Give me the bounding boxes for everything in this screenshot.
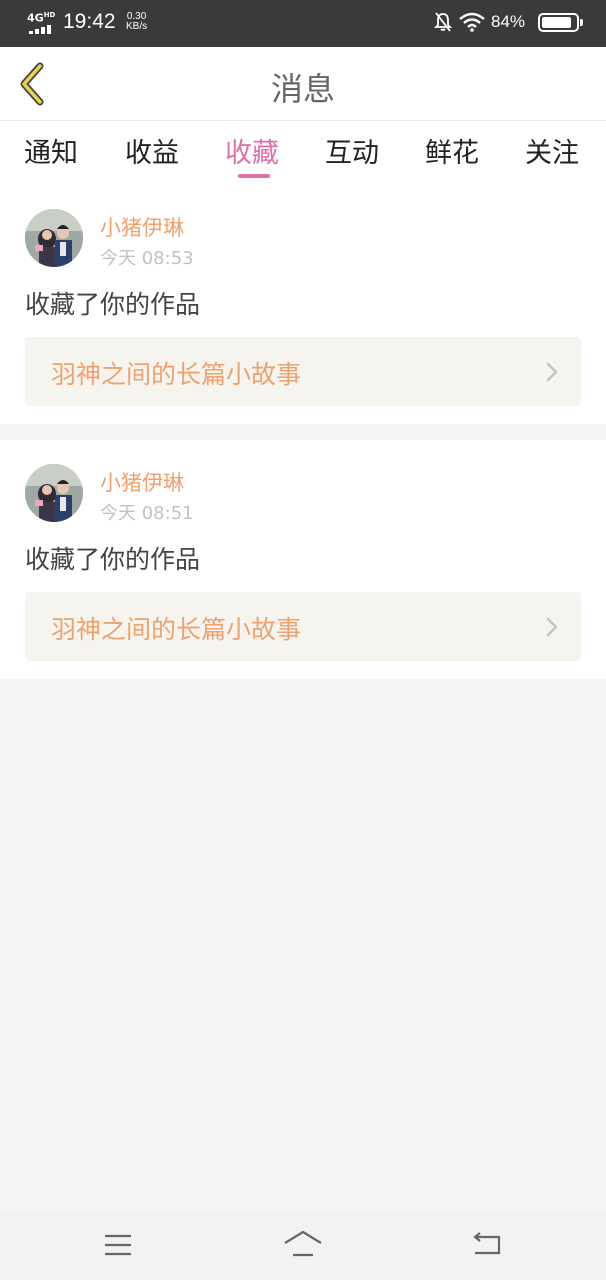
tab-interactions[interactable]: 互动 <box>325 131 379 170</box>
wifi-icon <box>459 12 485 32</box>
system-nav-bar <box>0 1211 606 1280</box>
chevron-right-icon <box>546 617 558 637</box>
user-name[interactable]: 小猪伊琳 <box>100 467 184 497</box>
menu-icon[interactable] <box>98 1229 138 1261</box>
message-card: 小猪伊琳 今天 08:51 收藏了你的作品 羽神之间的长篇小故事 <box>0 440 606 679</box>
tab-favorites[interactable]: 收藏 <box>225 131 279 170</box>
tab-follows[interactable]: 关注 <box>525 131 579 170</box>
tab-earnings[interactable]: 收益 <box>125 131 179 170</box>
tab-notifications[interactable]: 通知 <box>24 131 78 170</box>
timestamp: 今天 08:53 <box>100 248 194 269</box>
message-text: 收藏了你的作品 <box>25 545 201 574</box>
work-title: 羽神之间的长篇小故事 <box>51 360 302 389</box>
work-link[interactable]: 羽神之间的长篇小故事 <box>25 592 581 661</box>
timestamp: 今天 08:51 <box>100 503 194 524</box>
user-name[interactable]: 小猪伊琳 <box>100 212 184 242</box>
message-card: 小猪伊琳 今天 08:53 收藏了你的作品 羽神之间的长篇小故事 <box>0 185 606 424</box>
tab-flowers[interactable]: 鲜花 <box>425 131 479 170</box>
notifications-off-icon <box>434 12 452 32</box>
status-bar: 4GHD 19:42 0.30 KB/s 84% <box>0 0 606 47</box>
clock: 19:42 <box>63 10 116 33</box>
chevron-right-icon <box>546 362 558 382</box>
signal-icon <box>29 25 53 34</box>
message-text: 收藏了你的作品 <box>25 290 201 319</box>
work-title: 羽神之间的长篇小故事 <box>51 615 302 644</box>
battery-icon <box>538 13 583 32</box>
work-link[interactable]: 羽神之间的长篇小故事 <box>25 337 581 406</box>
home-icon[interactable] <box>283 1229 323 1261</box>
battery-percent: 84% <box>491 12 526 31</box>
avatar[interactable] <box>25 209 83 267</box>
network-speed: 0.30 KB/s <box>126 11 148 32</box>
network-type: 4GHD <box>27 11 56 25</box>
avatar[interactable] <box>25 464 83 522</box>
tab-bar: 通知 收益 收藏 互动 鲜花 关注 <box>0 121 606 185</box>
page-title: 消息 <box>270 70 335 108</box>
active-tab-indicator <box>238 174 270 178</box>
back-icon[interactable] <box>467 1229 507 1261</box>
app-header: 消息 <box>0 47 606 121</box>
